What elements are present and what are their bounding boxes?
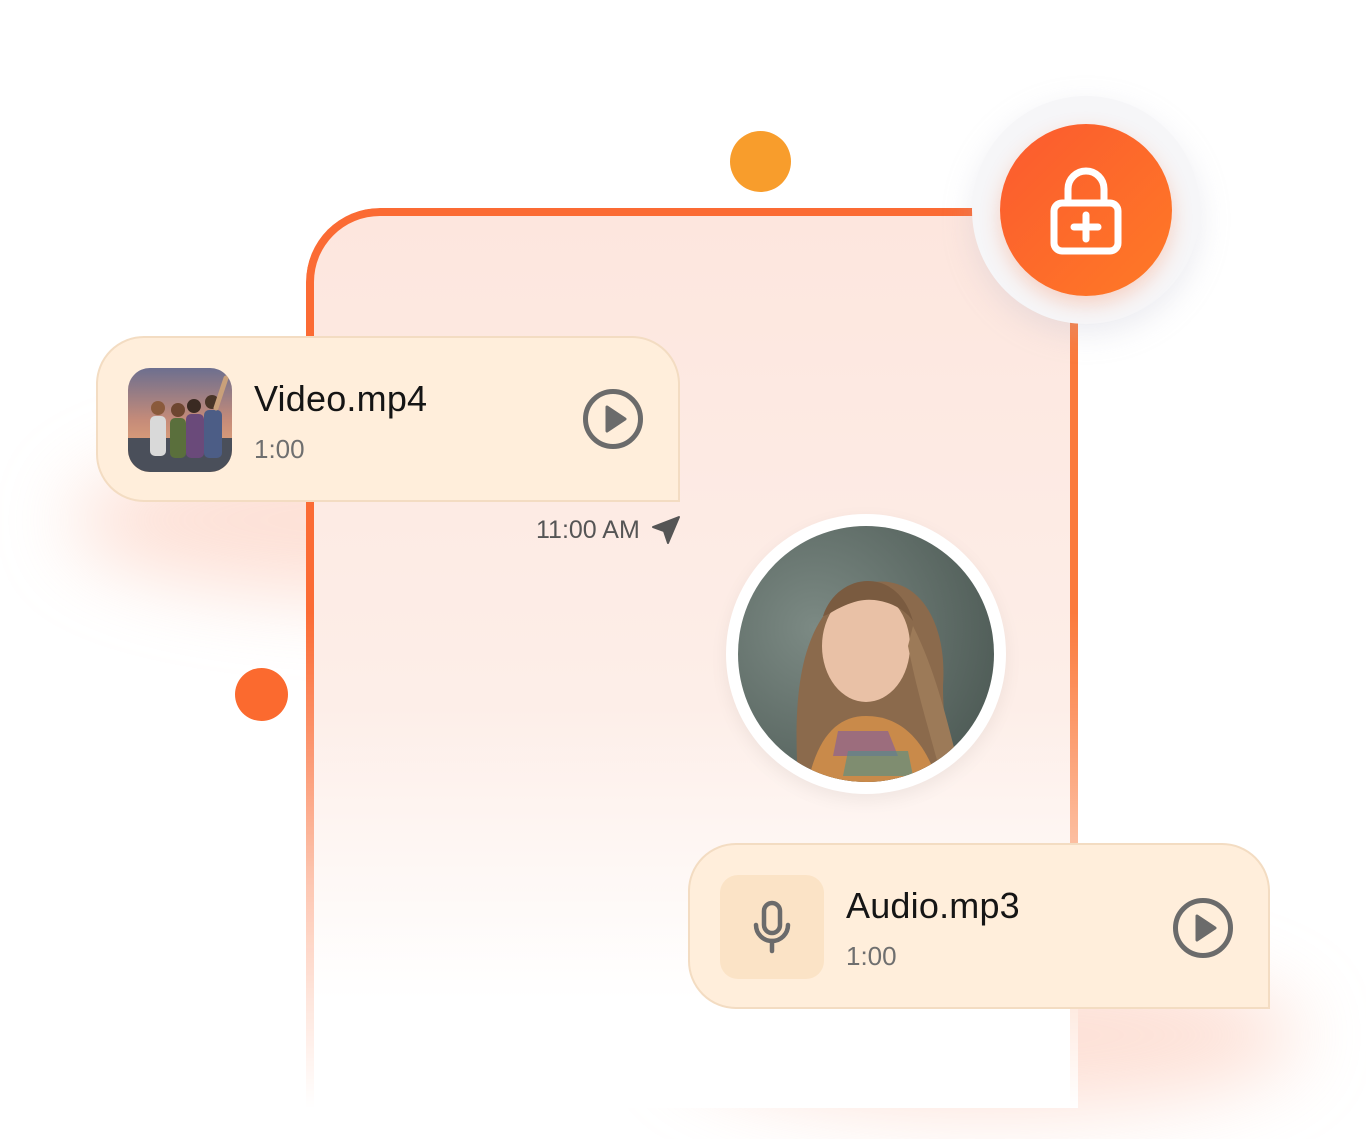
decorative-dot [235, 668, 288, 721]
lock-plus-icon [1050, 167, 1122, 255]
avatar[interactable] [738, 526, 994, 782]
video-file-name: Video.mp4 [254, 378, 428, 419]
microphone-icon [753, 900, 791, 954]
video-thumbnail[interactable] [128, 368, 232, 472]
timestamp-text: 11:00 AM [536, 515, 640, 544]
audio-duration: 1:00 [846, 941, 897, 971]
video-message-bubble[interactable]: Video.mp4 1:00 [96, 336, 680, 502]
secure-lock-button[interactable] [1000, 124, 1172, 296]
audio-icon-tile [720, 875, 824, 979]
play-circle-icon[interactable] [1172, 897, 1234, 959]
message-timestamp: 11:00 AM [536, 514, 682, 546]
send-arrow-icon [651, 516, 680, 544]
audio-message-bubble[interactable]: Audio.mp3 1:00 [688, 843, 1270, 1009]
decorative-dot [730, 131, 791, 192]
group-selfie-image [128, 368, 232, 472]
play-circle-icon[interactable] [582, 388, 644, 450]
woman-portrait-image [738, 526, 994, 782]
audio-file-name: Audio.mp3 [846, 885, 1020, 926]
video-duration: 1:00 [254, 434, 305, 464]
